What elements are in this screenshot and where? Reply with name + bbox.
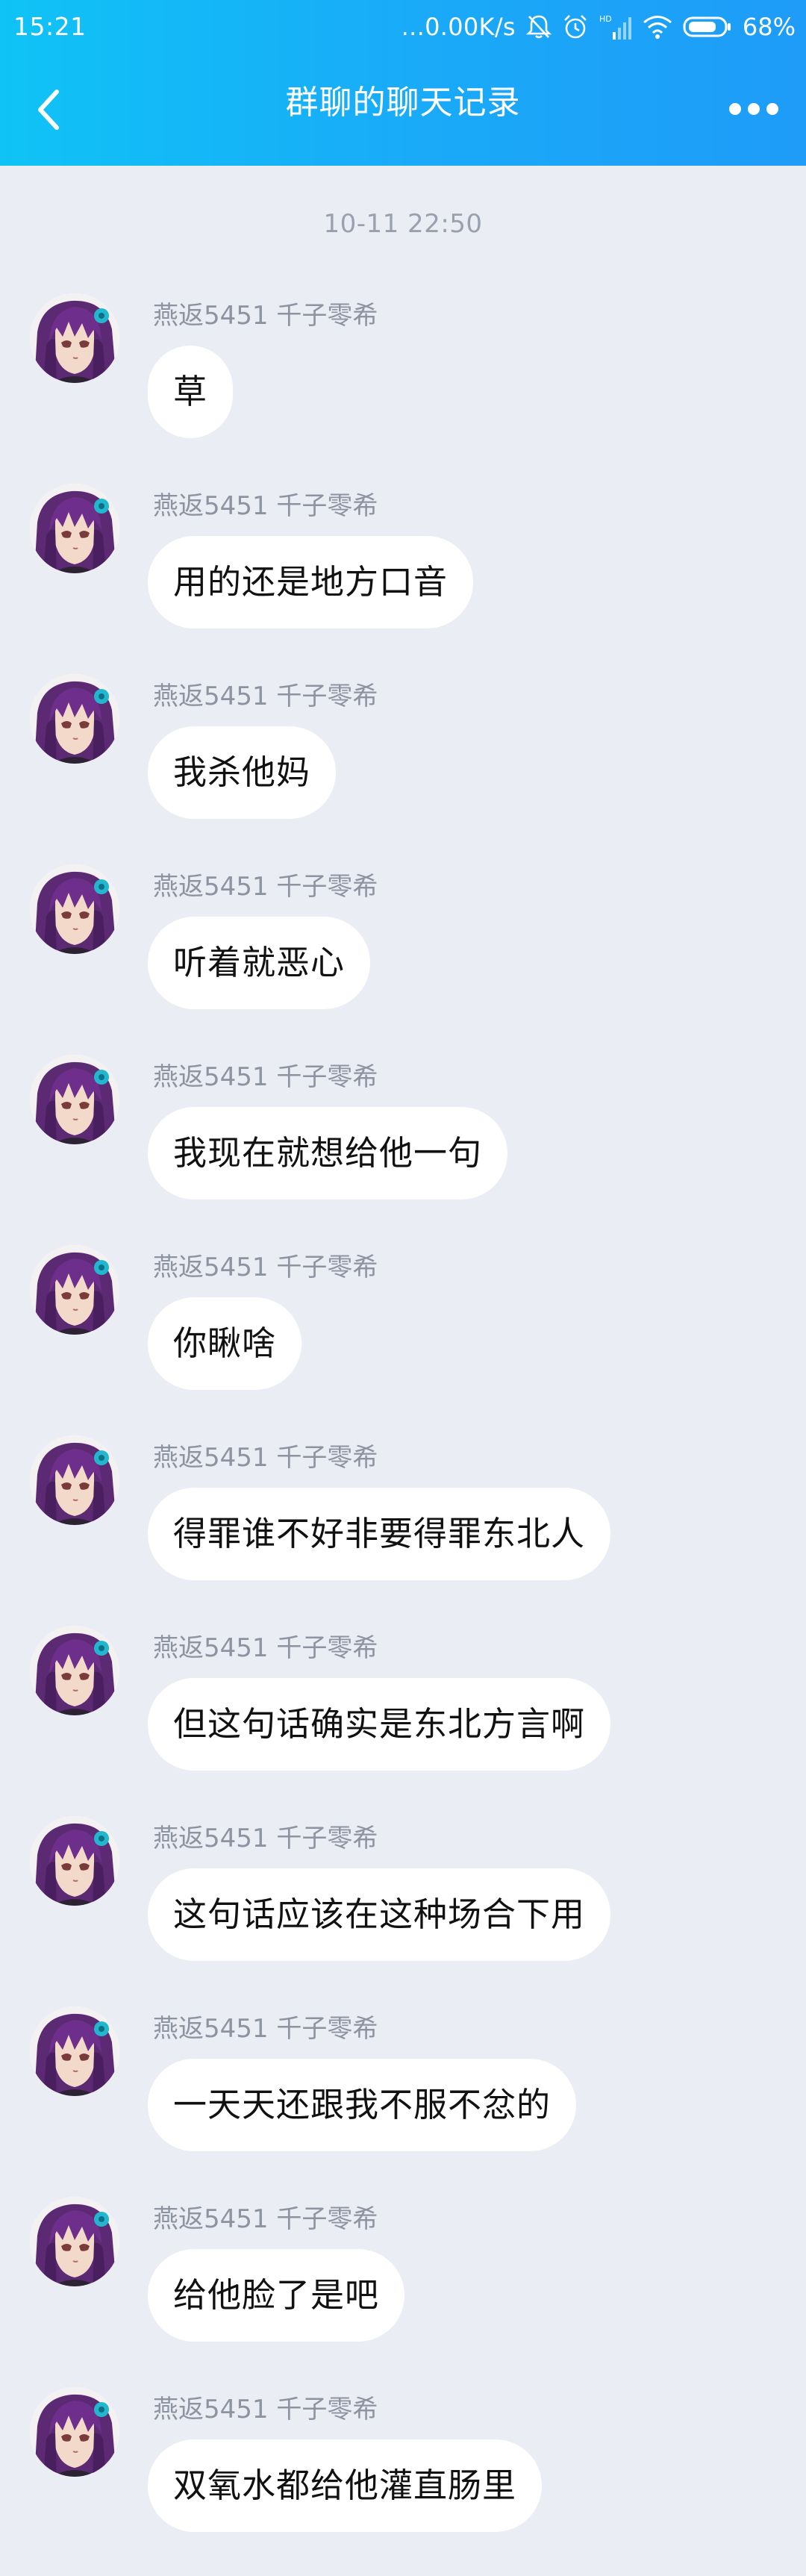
avatar[interactable] [30,1626,119,1715]
message-bubble[interactable]: 一天天还跟我不服不忿的 [148,2059,577,2151]
avatar[interactable] [30,2387,119,2477]
sender-name: 燕返5451 千子零希 [153,491,378,521]
message-bubble[interactable]: 听着就恶心 [148,917,371,1009]
chat-message: 燕返5451 千子零希听着就恶心 [0,864,806,1044]
sender-name: 燕返5451 千子零希 [153,2395,378,2424]
avatar[interactable] [30,2197,119,2286]
chat-message: 燕返5451 千子零希得罪谁不好非要得罪东北人 [0,1435,806,1615]
chat-message: 燕返5451 千子零希但这句话确实是东北方言啊 [0,1626,806,1805]
avatar[interactable] [30,1055,119,1144]
sender-name: 燕返5451 千子零希 [153,2204,378,2234]
message-bubble[interactable]: 双氧水都给他灌直肠里 [148,2439,543,2532]
more-button[interactable] [727,88,781,130]
message-bubble[interactable]: 这句话应该在这种场合下用 [148,1868,611,1961]
sender-name: 燕返5451 千子零希 [153,1824,378,1853]
battery-icon [683,16,732,38]
avatar[interactable] [30,484,119,573]
message-bubble[interactable]: 草 [148,346,234,438]
status-time: 15:21 [13,12,87,41]
network-speed: ...0.00K/s [401,13,516,41]
message-bubble[interactable]: 给他脸了是吧 [148,2249,405,2342]
status-bar: 15:21 ...0.00K/s HD 68% [0,0,806,55]
message-bubble[interactable]: 我现在就想给他一句 [148,1107,508,1200]
sender-name: 燕返5451 千子零希 [153,2014,378,2044]
avatar[interactable] [30,293,119,383]
message-bubble[interactable]: 用的还是地方口音 [148,536,474,629]
sender-name: 燕返5451 千子零希 [153,1443,378,1473]
status-indicators: ...0.00K/s HD 68% [402,9,796,45]
message-bubble[interactable]: 我杀他妈 [148,726,337,819]
message-bubble[interactable]: 得罪谁不好非要得罪东北人 [148,1488,611,1580]
sender-name: 燕返5451 千子零希 [153,1633,378,1663]
wifi-icon [643,14,672,40]
chat-message: 燕返5451 千子零希一天天还跟我不服不忿的 [0,2006,806,2186]
message-bubble[interactable]: 你瞅啥 [148,1297,302,1390]
chat-message: 燕返5451 千子零希你瞅啥 [0,1245,806,1424]
sender-name: 燕返5451 千子零希 [153,682,378,711]
chat-message: 燕返5451 千子零希这句话应该在这种场合下用 [0,1816,806,1995]
chat-message: 燕返5451 千子零希用的还是地方口音 [0,484,806,663]
sender-name: 燕返5451 千子零希 [153,1253,378,1282]
page-title: 群聊的聊天记录 [285,84,521,122]
chat-message: 燕返5451 千子零希双氧水都给他灌直肠里 [0,2387,806,2566]
avatar[interactable] [30,864,119,954]
avatar[interactable] [30,1435,119,1525]
avatar[interactable] [30,2006,119,2096]
back-chevron-icon [38,90,59,130]
chat-timestamp: 10-11 22:50 [323,209,483,239]
chat-message: 燕返5451 千子零希草 [0,293,806,473]
avatar[interactable] [30,1245,119,1335]
avatar[interactable] [30,674,119,764]
hd-label: HD [599,14,612,24]
alarm-icon [562,13,589,40]
sender-name: 燕返5451 千子零希 [153,1062,378,1092]
sender-name: 燕返5451 千子零希 [153,301,378,331]
sender-name: 燕返5451 千子零希 [153,872,378,902]
chat-message: 燕返5451 千子零希给他脸了是吧 [0,2197,806,2376]
chat-message: 燕返5451 千子零希我杀他妈 [0,674,806,853]
back-button[interactable] [25,84,70,136]
avatar[interactable] [30,1816,119,1906]
header: 15:21 ...0.00K/s HD 68% 群聊的聊天记录 [0,0,806,166]
battery-level: 68% [742,13,796,41]
nav-bar: 群聊的聊天记录 [0,55,806,166]
mute-bell-icon [525,13,552,40]
message-bubble[interactable]: 但这句话确实是东北方言啊 [148,1678,611,1771]
chat-message: 燕返5451 千子零希我现在就想给他一句 [0,1055,806,1234]
signal-icon: HD [599,13,632,41]
more-dots-icon [729,103,778,115]
